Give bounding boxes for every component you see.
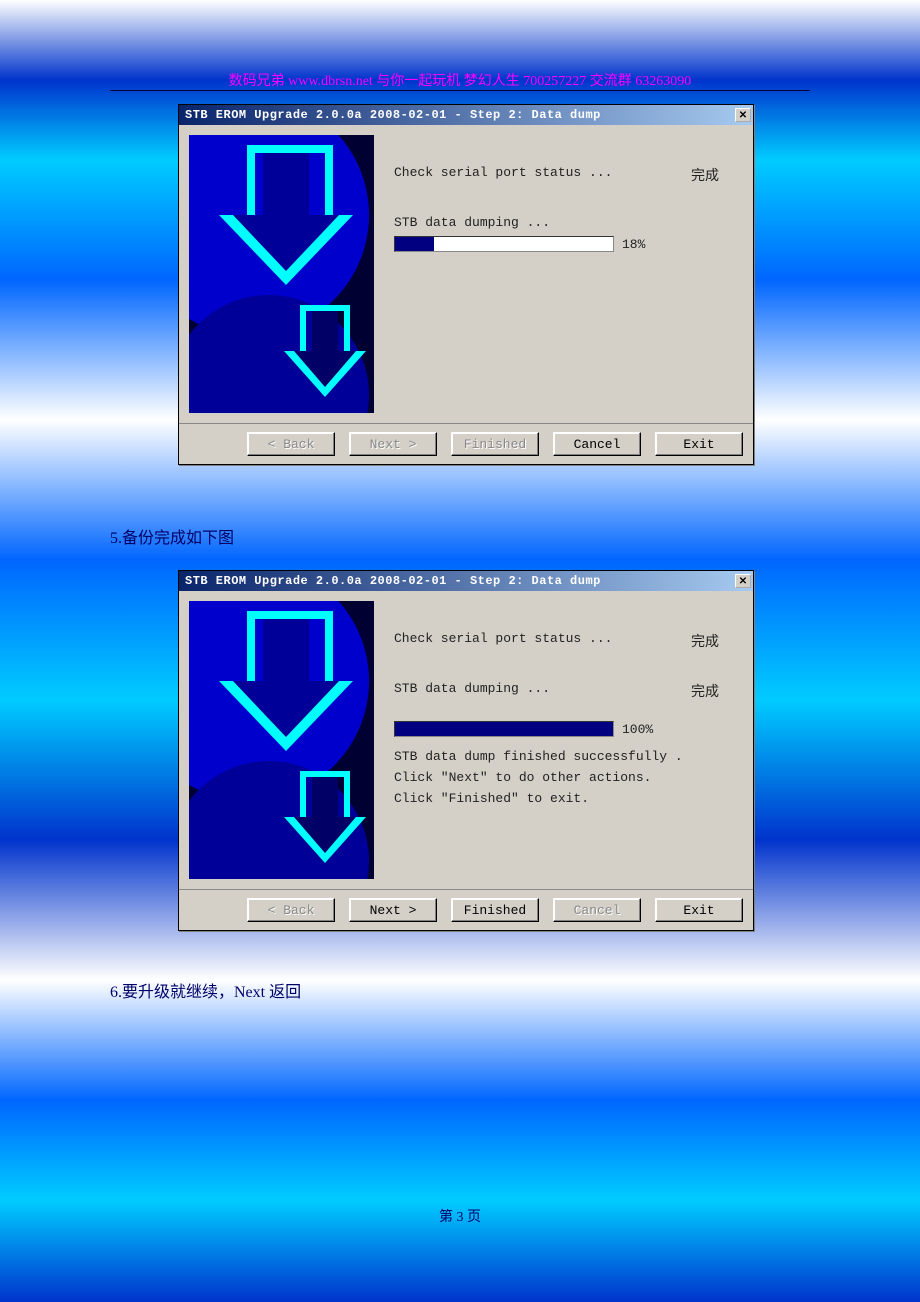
dump-status: 完成 bbox=[691, 681, 719, 701]
close-icon[interactable]: ✕ bbox=[735, 574, 751, 588]
check-port-label: Check serial port status ... bbox=[394, 165, 612, 185]
arrow-down-icon bbox=[284, 305, 364, 405]
msg-next: Click "Next" to do other actions. bbox=[394, 770, 739, 785]
msg-finished: Click "Finished" to exit. bbox=[394, 791, 739, 806]
button-row: < Back Next > Finished Cancel Exit bbox=[179, 423, 753, 464]
arrow-down-icon bbox=[219, 145, 349, 285]
window-title: STB EROM Upgrade 2.0.0a 2008-02-01 - Ste… bbox=[181, 108, 601, 122]
progress-fill bbox=[395, 237, 434, 251]
caption-step5: 5.备份完成如下图 bbox=[110, 524, 234, 548]
titlebar: STB EROM Upgrade 2.0.0a 2008-02-01 - Ste… bbox=[179, 105, 753, 125]
window-title: STB EROM Upgrade 2.0.0a 2008-02-01 - Ste… bbox=[181, 574, 601, 588]
progress-percent: 100% bbox=[622, 722, 653, 737]
dialog-step2-complete: STB EROM Upgrade 2.0.0a 2008-02-01 - Ste… bbox=[178, 570, 754, 931]
button-row: < Back Next > Finished Cancel Exit bbox=[179, 889, 753, 930]
close-icon[interactable]: ✕ bbox=[735, 108, 751, 122]
next-button[interactable]: Next > bbox=[349, 898, 437, 922]
dump-label: STB data dumping ... bbox=[394, 215, 739, 230]
arrow-down-icon bbox=[284, 771, 364, 871]
page-header: 数码兄弟 www.dbrsn.net 与你一起玩机 梦幻人生 700257227… bbox=[110, 70, 810, 90]
back-button: < Back bbox=[247, 432, 335, 456]
header-divider bbox=[110, 90, 810, 91]
progress-fill bbox=[395, 722, 613, 736]
finished-button: Finished bbox=[451, 432, 539, 456]
dump-label: STB data dumping ... bbox=[394, 681, 550, 701]
next-button: Next > bbox=[349, 432, 437, 456]
finished-button[interactable]: Finished bbox=[451, 898, 539, 922]
page-number: 第 3 页 bbox=[0, 1206, 920, 1226]
check-port-status: 完成 bbox=[691, 631, 719, 651]
wizard-graphic bbox=[189, 601, 374, 879]
progress-bar bbox=[394, 721, 614, 737]
arrow-down-icon bbox=[219, 611, 349, 751]
titlebar: STB EROM Upgrade 2.0.0a 2008-02-01 - Ste… bbox=[179, 571, 753, 591]
exit-button[interactable]: Exit bbox=[655, 432, 743, 456]
exit-button[interactable]: Exit bbox=[655, 898, 743, 922]
check-port-label: Check serial port status ... bbox=[394, 631, 612, 651]
back-button: < Back bbox=[247, 898, 335, 922]
msg-success: STB data dump finished successfully . bbox=[394, 749, 739, 764]
wizard-graphic bbox=[189, 135, 374, 413]
check-port-status: 完成 bbox=[691, 165, 719, 185]
progress-percent: 18% bbox=[622, 237, 645, 252]
cancel-button: Cancel bbox=[553, 898, 641, 922]
cancel-button[interactable]: Cancel bbox=[553, 432, 641, 456]
caption-step6: 6.要升级就继续，Next 返回 bbox=[110, 978, 301, 1002]
progress-bar bbox=[394, 236, 614, 252]
dialog-step2-progress: STB EROM Upgrade 2.0.0a 2008-02-01 - Ste… bbox=[178, 104, 754, 465]
